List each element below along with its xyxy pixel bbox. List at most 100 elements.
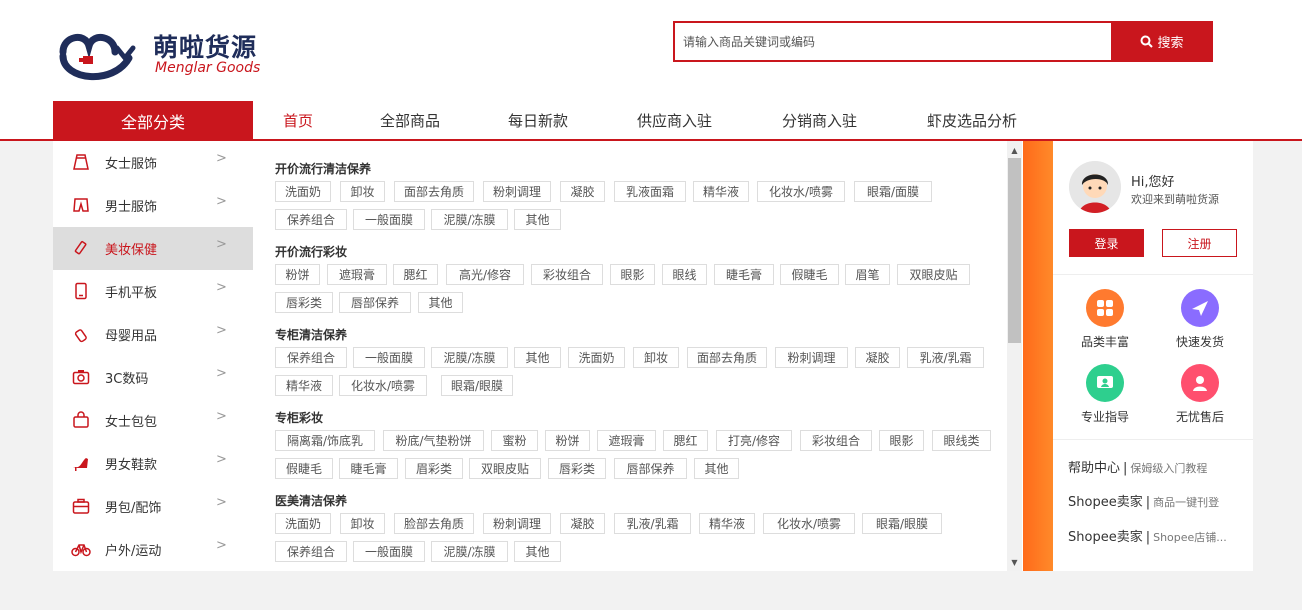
subcategory-tag[interactable]: 卸妆 [340, 513, 385, 534]
category-item-mother-baby[interactable]: 母婴用品 > [53, 313, 253, 356]
subcategory-tag[interactable]: 眼霜/眼膜 [862, 513, 942, 534]
subcategory-tag[interactable]: 精华液 [275, 375, 333, 396]
feature-after-sales[interactable]: 无忧售后 [1165, 364, 1235, 425]
subcategory-tag[interactable]: 眼线类 [932, 430, 991, 451]
subcategory-tag[interactable]: 唇彩类 [275, 292, 333, 313]
help-link-shopee-store[interactable]: Shopee卖家 | Shopee店铺... [1068, 526, 1227, 545]
subcategory-tag[interactable]: 眼霜/眼膜 [441, 375, 513, 396]
subcategory-tag[interactable]: 打亮/修容 [716, 430, 792, 451]
subcategory-tag[interactable]: 粉刺调理 [483, 513, 551, 534]
feature-wide-categories[interactable]: 品类丰富 [1070, 289, 1140, 350]
category-item-men-bags[interactable]: 男包/配饰 > [53, 485, 253, 528]
subcategory-tag[interactable]: 唇彩类 [548, 458, 606, 479]
category-item-outdoor-sports[interactable]: 户外/运动 > [53, 528, 253, 571]
subcategory-tag[interactable]: 泥膜/冻膜 [431, 541, 508, 562]
subcategory-tag[interactable]: 乳液/乳霜 [614, 513, 691, 534]
subcategory-tag[interactable]: 彩妆组合 [800, 430, 872, 451]
subcategory-tag[interactable]: 唇部保养 [614, 458, 687, 479]
search-button[interactable]: 搜索 [1111, 23, 1213, 60]
category-item-3c-digital[interactable]: 3C数码 > [53, 356, 253, 399]
subcategory-tag[interactable]: 卸妆 [633, 347, 679, 368]
subcategory-tag[interactable]: 蜜粉 [491, 430, 538, 451]
login-button[interactable]: 登录 [1069, 229, 1144, 257]
subcategory-tag[interactable]: 其他 [514, 347, 561, 368]
subcategory-tag[interactable]: 眼霜/面膜 [854, 181, 932, 202]
subcategory-tag[interactable]: 双眼皮贴 [897, 264, 970, 285]
subcategory-tag[interactable]: 其他 [418, 292, 463, 313]
category-item-beauty[interactable]: 美妆保健 > [53, 227, 253, 270]
nav-all-products[interactable]: 全部商品 [380, 101, 440, 140]
category-item-women-clothing[interactable]: 女士服饰 > [53, 141, 253, 184]
subcategory-tag[interactable]: 粉底/气垫粉饼 [383, 430, 484, 451]
subcategory-tag[interactable]: 面部去角质 [687, 347, 767, 368]
subcategory-tag[interactable]: 洗面奶 [275, 513, 331, 534]
subcategory-tag[interactable]: 保养组合 [275, 347, 347, 368]
subcategory-tag[interactable]: 洗面奶 [275, 181, 331, 202]
subcategory-tag[interactable]: 腮红 [663, 430, 708, 451]
subcategory-tag[interactable]: 脸部去角质 [394, 513, 474, 534]
subcategory-tag[interactable]: 其他 [514, 209, 561, 230]
subcategory-tag[interactable]: 眉彩类 [405, 458, 463, 479]
subcategory-tag[interactable]: 粉饼 [545, 430, 590, 451]
subcategory-tag[interactable]: 一般面膜 [353, 347, 425, 368]
subcategory-tag[interactable]: 泥膜/冻膜 [431, 209, 508, 230]
subcategory-tag[interactable]: 双眼皮贴 [469, 458, 541, 479]
category-item-shoes[interactable]: 男女鞋款 > [53, 442, 253, 485]
nav-shopee-analysis[interactable]: 虾皮选品分析 [927, 101, 1017, 140]
nav-home[interactable]: 首页 [283, 101, 313, 140]
subcategory-tag[interactable]: 洗面奶 [568, 347, 625, 368]
subcategory-tag[interactable]: 保养组合 [275, 209, 347, 230]
subcategory-tag[interactable]: 凝胶 [855, 347, 900, 368]
help-link-shopee-listing[interactable]: Shopee卖家 | 商品一键刊登 [1068, 491, 1219, 510]
subcategory-tag[interactable]: 唇部保养 [339, 292, 411, 313]
register-button[interactable]: 注册 [1162, 229, 1237, 257]
category-item-phone-tablet[interactable]: 手机平板 > [53, 270, 253, 313]
subcategory-tag[interactable]: 假睫毛 [275, 458, 333, 479]
category-item-men-clothing[interactable]: 男士服饰 > [53, 184, 253, 227]
subcategory-tag[interactable]: 其他 [514, 541, 561, 562]
subcategory-tag[interactable]: 泥膜/冻膜 [431, 347, 508, 368]
feature-fast-shipping[interactable]: 快速发货 [1165, 289, 1235, 350]
subcategory-tag[interactable]: 乳液/乳霜 [907, 347, 984, 368]
subcategory-tag[interactable]: 一般面膜 [353, 541, 425, 562]
nav-distributor-join[interactable]: 分销商入驻 [782, 101, 857, 140]
subcategory-tag[interactable]: 面部去角质 [394, 181, 474, 202]
subcategory-tag[interactable]: 化妆水/喷雾 [763, 513, 855, 534]
subcategory-tag[interactable]: 其他 [694, 458, 739, 479]
subcategory-tag[interactable]: 化妆水/喷雾 [339, 375, 427, 396]
subcategory-tag[interactable]: 遮瑕膏 [597, 430, 656, 451]
subcategory-tag[interactable]: 粉刺调理 [483, 181, 551, 202]
subcategory-tag[interactable]: 高光/修容 [446, 264, 524, 285]
subcategory-tag[interactable]: 假睫毛 [780, 264, 839, 285]
subcategory-tag[interactable]: 眼影 [879, 430, 924, 451]
subcategory-tag[interactable]: 睫毛膏 [714, 264, 774, 285]
subcategory-tag[interactable]: 乳液面霜 [614, 181, 686, 202]
subcategory-tag[interactable]: 保养组合 [275, 541, 347, 562]
subcategory-tag[interactable]: 遮瑕膏 [327, 264, 387, 285]
subcategory-tag[interactable]: 一般面膜 [353, 209, 425, 230]
subcategory-tag[interactable]: 眼影 [610, 264, 655, 285]
subcategory-tag[interactable]: 卸妆 [340, 181, 385, 202]
subcategory-tag[interactable]: 腮红 [393, 264, 438, 285]
subcategory-tag[interactable]: 精华液 [693, 181, 749, 202]
category-item-women-bags[interactable]: 女士包包 > [53, 399, 253, 442]
subcategory-tag[interactable]: 睫毛膏 [339, 458, 398, 479]
search-input[interactable] [675, 23, 1110, 60]
subcategory-tag[interactable]: 彩妆组合 [531, 264, 603, 285]
subcategory-tag[interactable]: 粉饼 [275, 264, 320, 285]
subcategory-tag[interactable]: 凝胶 [560, 181, 605, 202]
all-categories-tab[interactable]: 全部分类 [53, 101, 253, 140]
subcategory-tag[interactable]: 粉刺调理 [775, 347, 848, 368]
subcategory-tag[interactable]: 隔离霜/饰底乳 [275, 430, 375, 451]
subcategory-tag[interactable]: 眼线 [662, 264, 707, 285]
scroll-up-arrow-icon[interactable]: ▲ [1007, 143, 1022, 157]
scrollbar-thumb[interactable] [1008, 158, 1021, 343]
scroll-down-arrow-icon[interactable]: ▼ [1007, 555, 1022, 569]
subcategory-tag[interactable]: 精华液 [699, 513, 755, 534]
nav-daily-new[interactable]: 每日新款 [508, 101, 568, 140]
subcategory-tag[interactable]: 化妆水/喷雾 [757, 181, 845, 202]
help-link-help-center[interactable]: 帮助中心 | 保姆级入门教程 [1068, 457, 1207, 476]
feature-professional-guidance[interactable]: 专业指导 [1070, 364, 1140, 425]
subcategory-tag[interactable]: 眉笔 [845, 264, 890, 285]
subcategory-tag[interactable]: 凝胶 [560, 513, 605, 534]
